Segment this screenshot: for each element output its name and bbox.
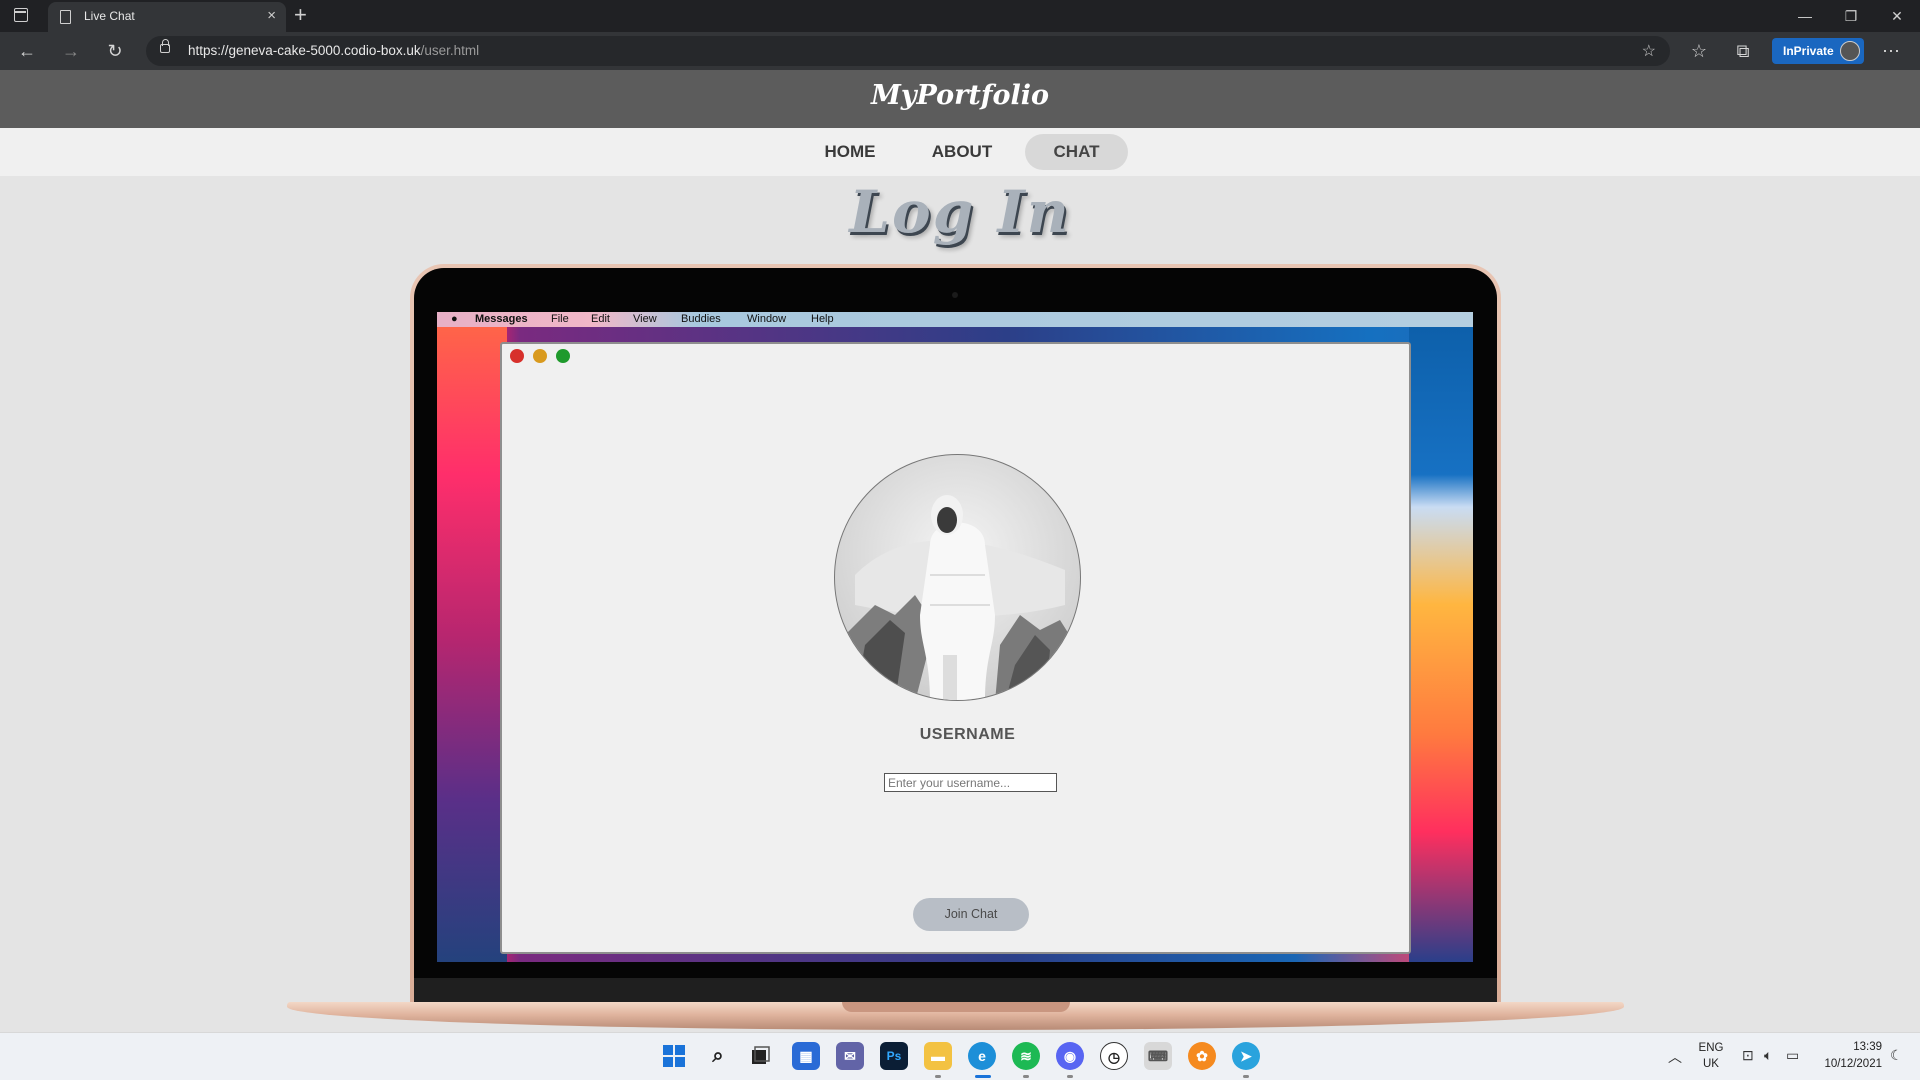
favorites-icon[interactable]: ☆	[1686, 38, 1712, 64]
url-path: /user.html	[420, 43, 480, 58]
menu-view: View	[633, 313, 657, 325]
battery-icon[interactable]: ▭	[1786, 1047, 1799, 1064]
lock-icon[interactable]	[160, 39, 170, 53]
menu-window: Window	[747, 313, 787, 325]
browser-tab[interactable]: Live Chat ×	[48, 2, 286, 32]
windows-taskbar: ⌕ ▦ ✉ Ps ▬ e ≋ ◉ ◷ ⌨ ✿ ➤ ︿ ENG UK ⊡ 🔈︎ ▭…	[0, 1032, 1920, 1080]
volume-icon[interactable]: 🔈︎	[1764, 1047, 1772, 1064]
more-options-icon[interactable]: ⋯	[1878, 38, 1904, 64]
search-icon[interactable]: ⌕	[704, 1042, 732, 1070]
spotify-icon[interactable]: ≋	[1012, 1042, 1040, 1070]
spotify-running-indicator	[1023, 1075, 1029, 1078]
keyboard-icon[interactable]: ⌨	[1144, 1042, 1172, 1070]
back-icon[interactable]: ←	[14, 38, 40, 64]
clock-time[interactable]: 13:39	[1812, 1041, 1882, 1053]
menu-buddies: Buddies	[681, 313, 721, 325]
restore-button[interactable]: ❐	[1828, 0, 1874, 32]
tab-actions-icon[interactable]	[14, 8, 28, 22]
explorer-running-indicator	[935, 1075, 941, 1078]
fl-studio-icon[interactable]: ✿	[1188, 1042, 1216, 1070]
menu-edit: Edit	[591, 313, 610, 325]
username-label: USERNAME	[919, 726, 1016, 743]
minimize-button[interactable]: —	[1782, 0, 1828, 32]
site-header: MyPortfolio	[0, 70, 1920, 128]
tab-title: Live Chat	[84, 9, 135, 23]
address-bar[interactable]: https://geneva-cake-5000.codio-box.uk/us…	[146, 36, 1670, 66]
telegram-icon[interactable]: ➤	[1232, 1042, 1260, 1070]
start-icon[interactable]	[660, 1042, 688, 1070]
telegram-running-indicator	[1243, 1075, 1249, 1078]
join-chat-button[interactable]: Join Chat	[913, 898, 1029, 931]
widgets-icon[interactable]: ▦	[792, 1042, 820, 1070]
discord-running-indicator	[1067, 1075, 1073, 1078]
collections-icon[interactable]: ⧉	[1730, 38, 1756, 64]
mac-menubar: ● Messages File Edit View Buddies Window…	[437, 312, 1473, 327]
wallpaper-right	[1409, 312, 1473, 962]
clock-date[interactable]: 10/12/2021	[1812, 1058, 1882, 1070]
close-dot-icon	[510, 349, 524, 363]
page-title: Log In	[849, 178, 1071, 246]
username-input[interactable]	[884, 773, 1057, 792]
close-tab-icon[interactable]: ×	[267, 7, 276, 24]
nav-chat[interactable]: CHAT	[1025, 134, 1128, 170]
language-bottom[interactable]: UK	[1694, 1058, 1728, 1070]
edge-icon[interactable]: e	[968, 1042, 996, 1070]
minimize-dot-icon	[533, 349, 547, 363]
refresh-icon[interactable]: ↻	[102, 38, 128, 64]
wallpaper-left	[437, 312, 507, 962]
site-brand[interactable]: MyPortfolio	[0, 80, 1920, 111]
add-favorite-icon[interactable]: ☆	[1642, 41, 1656, 61]
laptop-notch	[842, 1002, 1070, 1012]
file-explorer-icon[interactable]: ▬	[924, 1042, 952, 1070]
nav-about[interactable]: ABOUT	[916, 134, 1008, 170]
camera-icon	[952, 292, 958, 298]
user-avatar	[834, 454, 1081, 701]
edge-active-indicator	[975, 1075, 991, 1078]
menu-messages: Messages	[475, 313, 528, 325]
url-text[interactable]: https://geneva-cake-5000.codio-box.uk/us…	[188, 43, 479, 58]
site-nav: HOME ABOUT CHAT	[0, 128, 1920, 176]
inprivate-button[interactable]: InPrivate	[1772, 38, 1864, 64]
window-controls: — ❐ ✕	[1782, 0, 1920, 32]
url-host: https://geneva-cake-5000.codio-box.uk	[188, 43, 421, 58]
language-top[interactable]: ENG	[1694, 1042, 1728, 1054]
show-hidden-icons-icon[interactable]: ︿	[1668, 1047, 1682, 1067]
close-window-button[interactable]: ✕	[1874, 0, 1920, 32]
discord-icon[interactable]: ◉	[1056, 1042, 1084, 1070]
network-icon[interactable]: ⊡	[1742, 1047, 1754, 1064]
browser-tab-bar: Live Chat × + — ❐ ✕	[0, 0, 1920, 32]
page-icon	[60, 10, 71, 24]
chat-login-window: USERNAME Join Chat	[500, 342, 1411, 954]
laptop-screen: ● Messages File Edit View Buddies Window…	[437, 312, 1473, 962]
avatar-photo	[835, 495, 1080, 700]
maximize-dot-icon	[556, 349, 570, 363]
teams-chat-icon[interactable]: ✉	[836, 1042, 864, 1070]
photoshop-icon[interactable]: Ps	[880, 1042, 908, 1070]
laptop-chin	[414, 978, 1497, 1004]
browser-toolbar: ← → ↻ https://geneva-cake-5000.codio-box…	[0, 32, 1920, 70]
forward-icon[interactable]: →	[58, 38, 84, 64]
new-tab-button[interactable]: +	[294, 2, 307, 28]
clock-icon[interactable]: ◷	[1100, 1042, 1128, 1070]
focus-assist-icon[interactable]: ☾	[1890, 1047, 1903, 1064]
nav-home[interactable]: HOME	[808, 134, 892, 170]
profile-avatar	[1840, 41, 1860, 61]
menu-file: File	[551, 313, 569, 325]
inprivate-label: InPrivate	[1783, 44, 1834, 58]
task-view-icon[interactable]	[746, 1042, 774, 1070]
menu-help: Help	[811, 313, 834, 325]
apple-icon: ●	[451, 313, 458, 325]
